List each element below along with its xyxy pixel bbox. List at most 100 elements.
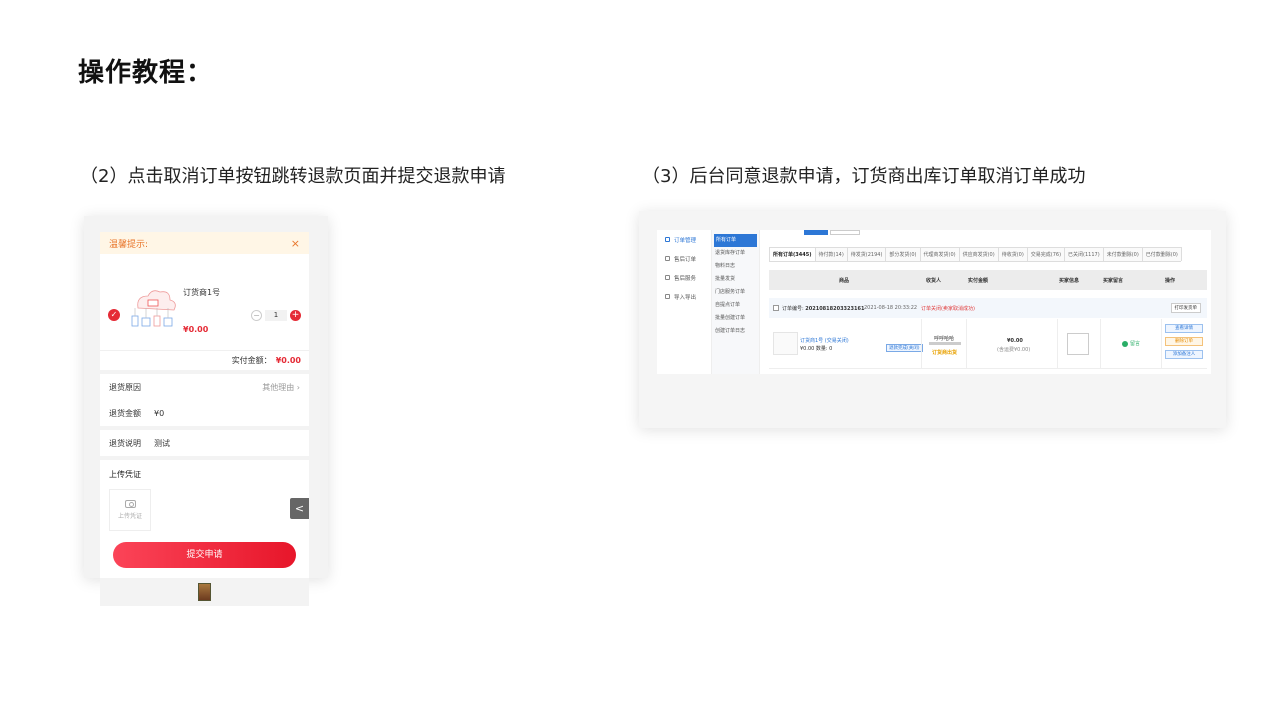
sidebar-item-import-export[interactable]: 导入导出 <box>657 287 711 306</box>
bottom-strip <box>100 578 309 606</box>
column-divider <box>1100 319 1101 369</box>
add-note-button[interactable]: 添加备注人 <box>1165 350 1203 359</box>
top-secondary-button[interactable] <box>830 230 860 235</box>
upload-box-label: 上传凭证 <box>117 513 142 520</box>
row-product-name[interactable]: 订货商1号 (交易关闭) <box>800 337 849 344</box>
orders-icon <box>665 237 670 242</box>
tab-supplier[interactable]: 供应商发货(0) <box>958 247 999 261</box>
sidebar-item-aftersale-service[interactable]: 售后服务 <box>657 268 711 287</box>
delete-order-button[interactable]: 删除订单 <box>1165 337 1203 346</box>
product-image <box>131 290 176 327</box>
row-product-price: ¥0.00 数量: 0 <box>800 346 833 352</box>
tab-to-receive[interactable]: 待收货(0) <box>997 247 1028 261</box>
quantity-input[interactable]: 1 <box>265 310 287 321</box>
order-header-row: 订单编号: 20210818203323161 2021-08-18 20:33… <box>769 298 1207 318</box>
plus-button[interactable]: + <box>290 310 301 321</box>
buyer-image <box>1067 333 1089 355</box>
pay-label: 实付金额： <box>231 356 272 365</box>
amount-row: 退货金额 ¥0 <box>100 400 309 426</box>
print-button[interactable]: 打印发货单 <box>1170 303 1201 313</box>
admin-sidebar: 订单管理 售后订单 售后服务 导入导出 <box>657 230 712 374</box>
col-amount: 实付金额 <box>968 278 989 284</box>
product-card: ✓ 订货商1号 ¥0.00 − 1 + <box>100 254 309 350</box>
submit-area: 提交申请 <box>100 532 309 578</box>
reason-row[interactable]: 退货原因 其他理由 › <box>100 374 309 400</box>
column-divider <box>966 319 967 369</box>
sidebar-item-aftersale-orders[interactable]: 售后订单 <box>657 249 711 268</box>
tab-unpaid-deleted[interactable]: 未付款删除(0) <box>1102 247 1143 261</box>
receiver-name: 呼呼哈哈 <box>934 336 955 342</box>
amount-label: 退货金额 <box>109 408 141 418</box>
upload-button[interactable]: 上传凭证 <box>109 489 151 531</box>
receiver-masked-info <box>929 342 961 345</box>
admin-main: 所有订单(3445) 待付款(14) 待发货(2194) 部分发货(0) 代理商… <box>762 230 1211 374</box>
tab-unpaid[interactable]: 待付款(14) <box>814 247 848 261</box>
col-message: 买家留言 <box>1103 278 1124 284</box>
top-primary-button[interactable] <box>804 230 828 235</box>
table-row: 订货商1号 (交易关闭) ¥0.00 数量: 0 退款完成(关闭) 呼呼哈哈 订… <box>769 319 1207 369</box>
camera-icon <box>124 500 136 508</box>
tab-partial[interactable]: 部分发货(0) <box>885 247 921 261</box>
service-icon <box>665 275 670 280</box>
close-icon[interactable]: × <box>291 237 300 250</box>
desc-row[interactable]: 退货说明 测试 <box>100 430 309 456</box>
submenu-item[interactable]: 所有订单 <box>714 234 757 247</box>
tab-to-ship[interactable]: 待发货(2194) <box>846 247 887 261</box>
chat-icon <box>1122 340 1128 347</box>
view-detail-button[interactable]: 查看详情 <box>1165 324 1203 333</box>
upload-title: 上传凭证 <box>109 470 141 479</box>
sidebar-item-orders[interactable]: 订单管理 <box>657 230 711 249</box>
column-divider <box>1161 319 1162 369</box>
row-amount: ¥0.00 <box>1007 338 1023 344</box>
col-receiver: 收货人 <box>926 278 942 284</box>
submenu-item[interactable]: 批量创建订单 <box>712 312 759 325</box>
page-title: 操作教程： <box>78 58 214 88</box>
table-header: 商品 收货人 实付金额 买家信息 买家留言 操作 <box>769 270 1207 290</box>
book-icon <box>198 583 211 601</box>
product-price: ¥0.00 <box>183 325 209 334</box>
submenu-item[interactable]: 退货库存订单 <box>712 247 759 260</box>
amount-value: ¥0 <box>154 408 165 418</box>
tab-completed[interactable]: 交易完成(76) <box>1026 247 1066 261</box>
tab-paid-deleted[interactable]: 已付款删除(0) <box>1141 247 1182 261</box>
column-divider <box>1057 319 1058 369</box>
submenu-item[interactable]: 物料日志 <box>712 260 759 273</box>
refund-badge: 退款完成(关闭) <box>886 344 923 352</box>
mobile-refund-screen: 温馨提示: × ✓ 订货商1号 ¥0.00 − 1 + 实付金额： ¥0.00 … <box>100 232 309 606</box>
step-3-caption: （3）后台同意退款申请，订货商出库订单取消订单成功 <box>642 166 1086 187</box>
back-arrow-button[interactable]: < <box>290 498 309 519</box>
col-buyer: 买家信息 <box>1059 278 1080 284</box>
row-actions: 查看详情 删除订单 添加备注人 <box>1165 324 1203 359</box>
message-link[interactable]: 留言 <box>1122 340 1140 347</box>
refund-form: 退货原因 其他理由 › 退货金额 ¥0 <box>100 374 309 426</box>
order-checkbox[interactable] <box>773 305 779 311</box>
tab-agent[interactable]: 代理商发货(0) <box>919 247 960 261</box>
order-number: 订单编号: 20210818203323161 <box>782 306 865 312</box>
minus-button[interactable]: − <box>251 310 262 321</box>
import-icon <box>665 294 670 299</box>
tip-bar: 温馨提示: × <box>100 232 309 254</box>
check-icon[interactable]: ✓ <box>108 309 120 321</box>
tab-all[interactable]: 所有订单(3445) <box>769 247 816 261</box>
product-name: 订货商1号 <box>183 288 221 297</box>
order-tabs: 所有订单(3445) 待付款(14) 待发货(2194) 部分发货(0) 代理商… <box>769 247 1182 262</box>
col-actions: 操作 <box>1165 278 1176 284</box>
submenu-item[interactable]: 门店服务订单 <box>712 286 759 299</box>
desc-input[interactable]: 测试 <box>154 438 170 449</box>
step-2-caption: （2）点击取消订单按钮跳转退款页面并提交退款申请 <box>80 166 506 187</box>
row-amount-note: (含运费¥0.00) <box>997 347 1031 353</box>
quantity-stepper: − 1 + <box>251 310 301 321</box>
order-status: 订单关闭(卖家取消成功) <box>921 306 975 312</box>
tab-closed[interactable]: 已关闭(1117) <box>1064 247 1104 261</box>
submenu-item[interactable]: 批量发货 <box>712 273 759 286</box>
tip-text: 温馨提示: <box>109 239 149 250</box>
col-product: 商品 <box>839 278 850 284</box>
reason-value[interactable]: 其他理由 › <box>262 382 300 393</box>
tutorial-page: 操作教程： （2）点击取消订单按钮跳转退款页面并提交退款申请 （3）后台同意退款… <box>0 0 1280 720</box>
admin-submenu: 所有订单 退货库存订单 物料日志 批量发货 门店服务订单 自提点订单 批量创建订… <box>712 230 760 374</box>
submenu-item[interactable]: 创建订单日志 <box>712 325 759 338</box>
submenu-item[interactable]: 自提点订单 <box>712 299 759 312</box>
submit-button[interactable]: 提交申请 <box>113 542 296 568</box>
pay-row: 实付金额： ¥0.00 <box>100 350 309 370</box>
aftersale-icon <box>665 256 670 261</box>
